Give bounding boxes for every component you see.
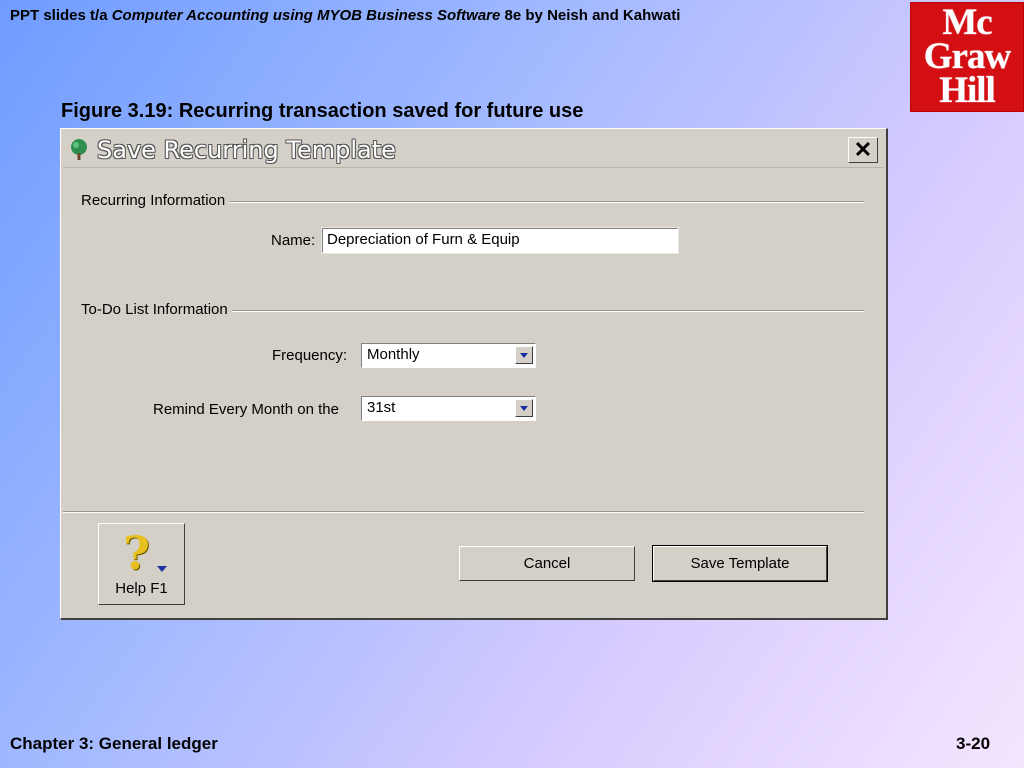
save-template-button-label: Save Template bbox=[690, 555, 790, 572]
button-area-divider bbox=[63, 511, 864, 513]
dropdown-arrow-icon bbox=[157, 566, 167, 572]
help-button-label: Help F1 bbox=[115, 580, 168, 597]
cancel-button[interactable]: Cancel bbox=[459, 546, 635, 581]
todo-section-label: To-Do List Information bbox=[81, 301, 232, 318]
page-number: 3-20 bbox=[956, 734, 991, 753]
header-book-title: Computer Accounting using MYOB Business … bbox=[111, 7, 501, 24]
logo-line2: Graw bbox=[923, 36, 1011, 77]
slide-header: PPT slides t/a Computer Accounting using… bbox=[10, 7, 680, 24]
remind-day-value: 31st bbox=[367, 399, 396, 416]
help-button[interactable]: ? Help F1 bbox=[98, 523, 185, 605]
chevron-down-icon[interactable] bbox=[515, 346, 533, 364]
cancel-button-label: Cancel bbox=[523, 555, 571, 572]
recurring-section-label: Recurring Information bbox=[81, 192, 230, 209]
chevron-down-icon[interactable] bbox=[515, 399, 533, 417]
frequency-value: Monthly bbox=[367, 346, 420, 363]
logo-line1: Mc bbox=[942, 2, 992, 43]
figure-title: Figure 3.19: Recurring transaction saved… bbox=[61, 100, 584, 122]
header-suffix: 8e by Neish and Kahwati bbox=[504, 7, 681, 24]
dialog-title: Save Recurring Template bbox=[97, 136, 396, 164]
remind-label: Remind Every Month on the bbox=[153, 401, 339, 418]
logo-line3: Hill bbox=[939, 70, 996, 111]
close-button[interactable]: ✕ bbox=[848, 137, 878, 163]
close-icon: ✕ bbox=[853, 137, 873, 162]
save-recurring-template-dialog: Save Recurring Template ✕ Recurring Info… bbox=[60, 128, 888, 620]
save-template-button[interactable]: Save Template bbox=[652, 545, 828, 582]
frequency-select[interactable]: Monthly bbox=[361, 343, 536, 368]
tree-icon bbox=[71, 139, 87, 160]
mcgraw-hill-logo: Mc Graw Hill bbox=[910, 2, 1024, 112]
question-mark-icon: ? bbox=[123, 526, 150, 580]
name-label: Name: bbox=[271, 232, 316, 249]
chapter-footer: Chapter 3: General ledger bbox=[10, 734, 218, 753]
frequency-label: Frequency: bbox=[272, 347, 348, 364]
dialog-titlebar[interactable]: Save Recurring Template ✕ bbox=[63, 131, 884, 168]
header-prefix: PPT slides t/a bbox=[10, 7, 108, 24]
name-field[interactable]: Depreciation of Furn & Equip bbox=[321, 227, 679, 254]
remind-day-select[interactable]: 31st bbox=[361, 396, 536, 421]
